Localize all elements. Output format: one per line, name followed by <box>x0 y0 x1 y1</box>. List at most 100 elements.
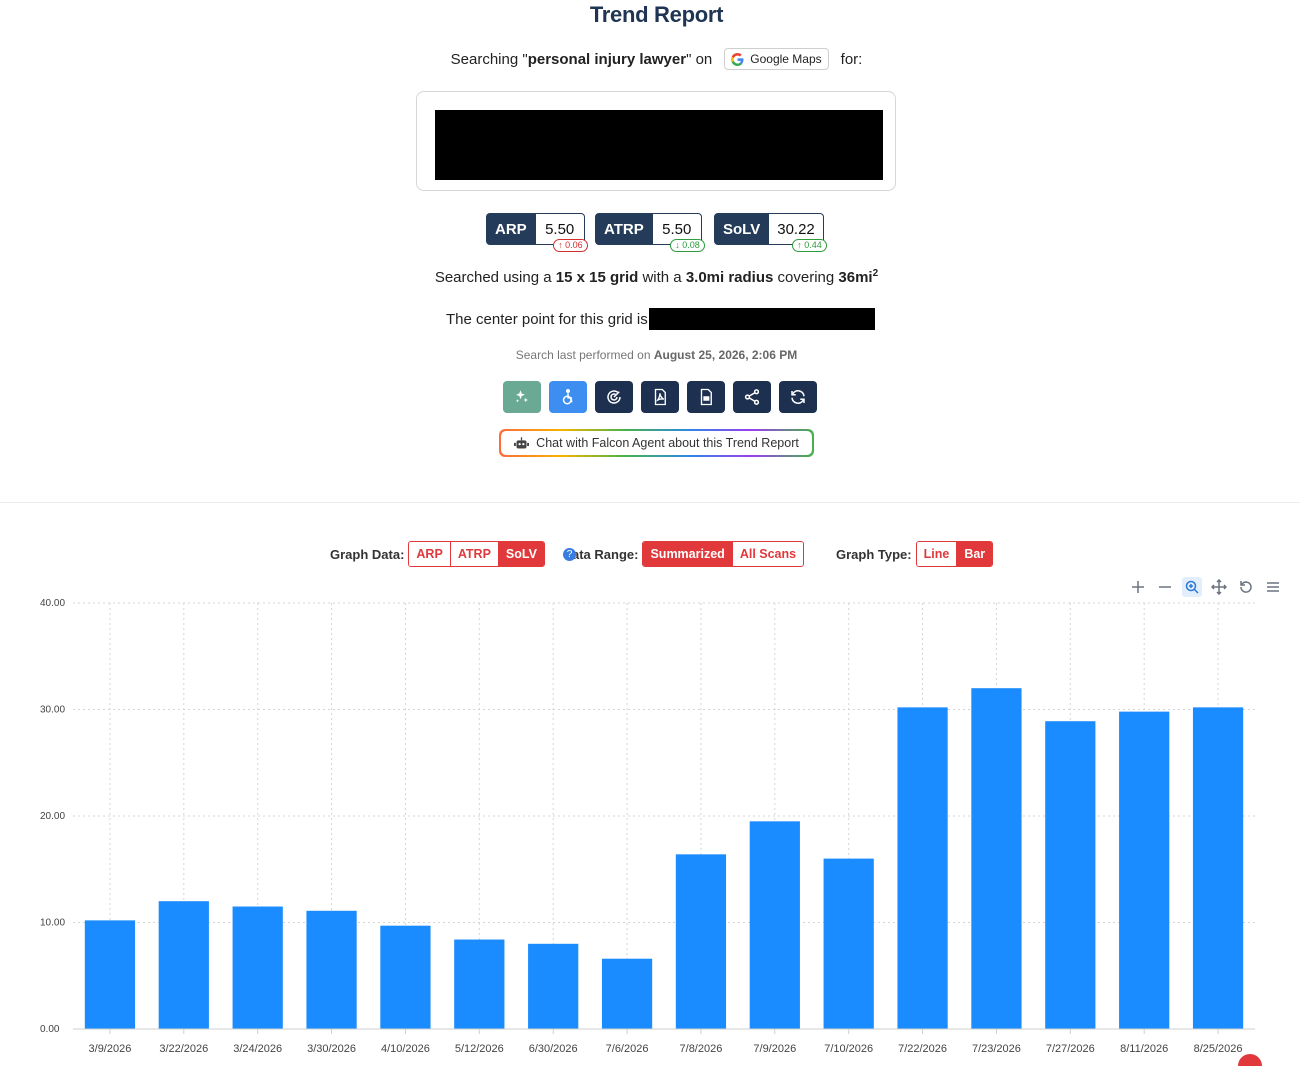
platform-label: Google Maps <box>750 52 822 66</box>
bar <box>84 920 136 1029</box>
bar <box>823 858 874 1029</box>
option-atrp[interactable]: ATRP <box>450 542 499 566</box>
bar <box>232 906 283 1029</box>
page-title: Trend Report <box>589 2 724 27</box>
robot-icon <box>514 436 530 448</box>
x-tick-label: 7/22/2026 <box>898 1043 947 1055</box>
pdf-icon <box>654 388 666 406</box>
metric-label: ATRP <box>595 213 653 245</box>
grid-info: Searched using a 15 x 15 grid with a 3.0… <box>434 268 879 286</box>
radar-icon <box>607 390 621 404</box>
csv-export-button[interactable] <box>687 381 725 413</box>
business-card-redacted <box>416 91 896 191</box>
option-solv[interactable]: SoLV <box>498 542 544 566</box>
x-tick-label: 3/30/2026 <box>307 1043 356 1055</box>
search-prefix: Searching "personal injury lawyer" on <box>450 50 713 68</box>
delta-badge: ↑ 0.06 <box>553 239 588 252</box>
redacted-block <box>435 110 883 180</box>
y-tick-label: 20.00 <box>40 811 65 822</box>
metric-label: SoLV <box>714 213 770 245</box>
x-tick-label: 3/24/2026 <box>233 1043 282 1055</box>
refresh-button[interactable] <box>779 381 817 413</box>
bar <box>601 958 653 1029</box>
x-tick-label: 4/10/2026 <box>381 1043 430 1055</box>
delta-badge: ↑ 0.44 <box>792 239 827 252</box>
bar <box>1045 721 1096 1029</box>
bar <box>454 939 505 1029</box>
bar <box>971 688 1022 1029</box>
pdf-export-button[interactable] <box>641 381 679 413</box>
graph-type-toggle: Line Bar <box>915 541 994 567</box>
option-line[interactable]: Line <box>916 542 958 566</box>
report-toolbar <box>503 381 817 413</box>
x-tick-label: 7/10/2026 <box>824 1043 873 1055</box>
y-tick-label: 0.00 <box>40 1024 60 1035</box>
accessibility-icon <box>562 389 573 405</box>
metric-solv[interactable]: SoLV 30.22 ↑ 0.44 <box>714 213 827 252</box>
x-tick-label: 7/9/2026 <box>753 1043 796 1055</box>
bar <box>380 925 431 1029</box>
x-tick-label: 8/25/2026 <box>1194 1043 1243 1055</box>
x-tick-label: 3/22/2026 <box>159 1043 208 1055</box>
x-tick-label: 6/30/2026 <box>529 1043 578 1055</box>
bar <box>158 901 209 1029</box>
bar <box>528 943 579 1029</box>
metric-label: ARP <box>486 213 536 245</box>
radar-button[interactable] <box>595 381 633 413</box>
search-keyword: personal injury lawyer <box>527 50 687 68</box>
share-button[interactable] <box>733 381 771 413</box>
option-bar[interactable]: Bar <box>957 542 993 566</box>
x-tick-label: 5/12/2026 <box>455 1043 504 1055</box>
graph-data-label: Graph Data: <box>330 546 405 562</box>
bar <box>1119 711 1170 1029</box>
data-range-toggle: Summarized All Scans <box>642 541 805 567</box>
bar <box>1192 707 1244 1029</box>
x-tick-label: 8/11/2026 <box>1120 1043 1168 1055</box>
accessibility-button[interactable] <box>549 381 587 413</box>
bar <box>306 910 357 1029</box>
y-tick-label: 10.00 <box>40 918 65 929</box>
x-tick-label: 7/6/2026 <box>606 1043 649 1055</box>
csv-icon <box>700 388 712 406</box>
sparkle-icon <box>516 390 528 403</box>
help-icon[interactable]: ? <box>563 547 576 561</box>
google-icon <box>731 52 744 66</box>
share-icon <box>744 389 760 405</box>
metric-atrp[interactable]: ATRP 5.50 ↓ 0.08 <box>595 213 705 252</box>
center-redacted <box>648 308 875 330</box>
search-suffix: for: <box>840 50 863 68</box>
search-description: Searching "personal injury lawyer" on Go… <box>0 48 1300 70</box>
metric-value: 5.50 ↓ 0.08 <box>652 213 705 252</box>
bar <box>897 707 948 1029</box>
ai-insights-button[interactable] <box>503 381 541 413</box>
delta-badge: ↓ 0.08 <box>670 239 705 252</box>
graph-data-toggle: ARP ATRP SoLV <box>408 541 545 567</box>
option-arp[interactable]: ARP <box>409 542 451 566</box>
graph-data-control: Graph Data: ARP ATRP SoLV <box>330 541 545 567</box>
x-tick-label: 7/8/2026 <box>680 1043 723 1055</box>
section-divider <box>0 502 1300 503</box>
metric-value: 5.50 ↑ 0.06 <box>535 213 588 252</box>
y-tick-label: 30.00 <box>40 705 65 716</box>
x-tick-label: 7/27/2026 <box>1046 1043 1095 1055</box>
option-summarized[interactable]: Summarized <box>643 542 733 566</box>
refresh-icon <box>791 390 805 404</box>
y-tick-label: 40.00 <box>40 598 65 609</box>
google-maps-chip[interactable]: Google Maps <box>724 48 829 70</box>
solv-bar-chart: 0.00 10.00 20.00 30.00 40.00 3/9/2026 3/22/202… <box>40 598 1255 1055</box>
graph-type-control: Graph Type: Line Bar <box>836 541 994 567</box>
chat-label: Chat with Falcon Agent about this Trend … <box>536 436 799 450</box>
x-tick-label: 3/9/2026 <box>89 1043 132 1055</box>
last-performed: Search last performed on August 25, 2026… <box>515 348 798 362</box>
data-range-label: ata Range: <box>572 546 639 562</box>
x-tick-label: 7/23/2026 <box>972 1043 1021 1055</box>
bar <box>675 854 727 1029</box>
bar <box>749 821 800 1029</box>
option-all-scans[interactable]: All Scans <box>732 542 804 566</box>
center-point: The center point for this grid is <box>446 308 875 330</box>
chat-agent-button[interactable]: Chat with Falcon Agent about this Trend … <box>499 429 814 457</box>
graph-type-label: Graph Type: <box>836 546 912 562</box>
metric-arp[interactable]: ARP 5.50 ↑ 0.06 <box>486 213 588 252</box>
data-range-control: ? ata Range: Summarized All Scans <box>563 541 805 567</box>
metric-value: 30.22 ↑ 0.44 <box>769 213 827 252</box>
